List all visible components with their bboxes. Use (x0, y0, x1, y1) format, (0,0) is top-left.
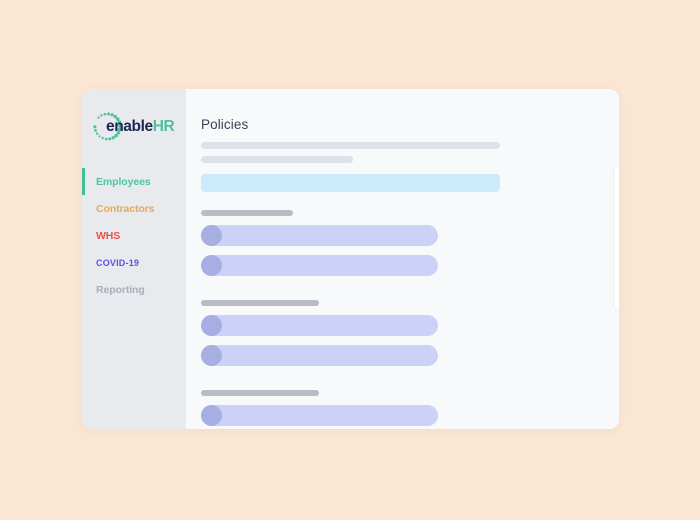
page-title: Policies (201, 117, 249, 132)
selected-row[interactable] (201, 174, 500, 192)
content-skeleton (201, 142, 500, 429)
sidebar-item-label: Employees (96, 175, 151, 188)
group-label (201, 300, 319, 306)
main-content: Policies (186, 89, 619, 429)
sidebar: enableHR Employees Contractors WHS COVID-19… (82, 89, 186, 429)
avatar (201, 255, 222, 276)
group-label (201, 210, 293, 216)
avatar (201, 405, 222, 426)
list-row[interactable] (201, 405, 438, 426)
sidebar-item-whs[interactable]: WHS (82, 222, 186, 249)
side-panel-card[interactable] (613, 165, 619, 311)
avatar (201, 345, 222, 366)
sidebar-item-label: WHS (96, 229, 121, 242)
enablehr-logo[interactable]: enableHR (92, 110, 184, 146)
list-row[interactable] (201, 315, 438, 336)
list-row[interactable] (201, 255, 438, 276)
sidebar-item-label: Contractors (96, 202, 155, 215)
logo-wordmark: enableHR (106, 117, 175, 136)
avatar (201, 225, 222, 246)
text-line-half (201, 156, 353, 163)
avatar (201, 315, 222, 336)
text-line-full (201, 142, 500, 149)
sidebar-item-contractors[interactable]: Contractors (82, 195, 186, 222)
group-label (201, 390, 319, 396)
logo-text-hr: HR (152, 118, 175, 135)
sidebar-item-label: Reporting (96, 283, 145, 296)
sidebar-item-reporting[interactable]: Reporting (82, 276, 186, 303)
sidebar-item-label: COVID-19 (96, 257, 140, 268)
sidebar-item-covid-19[interactable]: COVID-19 (82, 249, 186, 276)
sidebar-nav: Employees Contractors WHS COVID-19 Reporting (82, 168, 186, 303)
list-row[interactable] (201, 345, 438, 366)
app-window: enableHR Employees Contractors WHS COVID-19… (82, 89, 619, 429)
logo-text-enable: enable (106, 118, 153, 135)
sidebar-item-employees[interactable]: Employees (82, 168, 186, 195)
list-row[interactable] (201, 225, 438, 246)
